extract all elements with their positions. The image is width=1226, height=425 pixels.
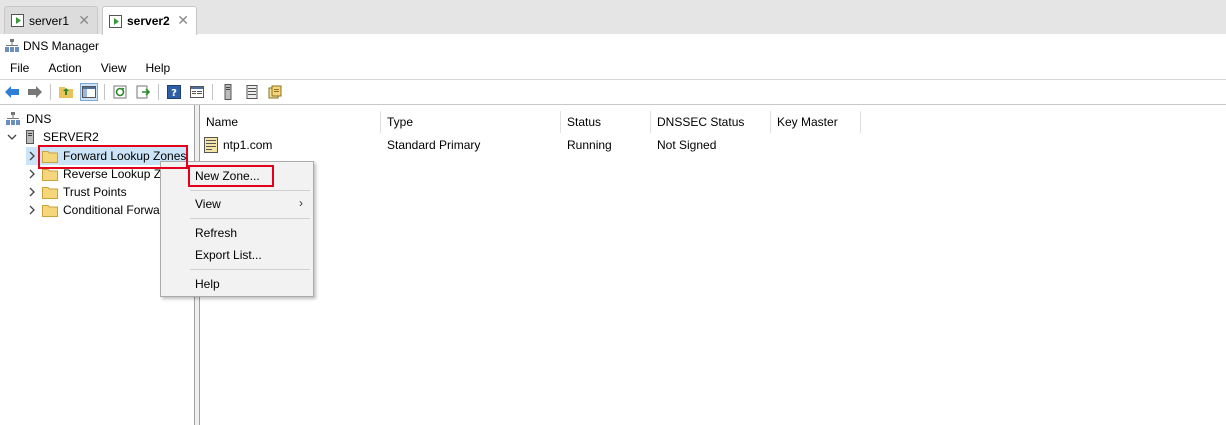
zone-dnssec-status: Not Signed [657, 138, 717, 152]
tab-label: server2 [127, 14, 170, 28]
server-icon[interactable] [219, 83, 237, 101]
tree-node-label: DNS [26, 112, 52, 126]
column-header-key-master[interactable]: Key Master [771, 111, 861, 133]
show-hide-console-tree-icon[interactable] [80, 83, 98, 101]
column-header-name[interactable]: Name [200, 111, 381, 133]
vm-icon [11, 14, 24, 27]
tab-label: server1 [29, 13, 70, 28]
folder-icon [42, 203, 58, 217]
tab-server2[interactable]: server2 ✕ [102, 6, 197, 35]
close-icon[interactable]: ✕ [78, 12, 90, 29]
column-header-dnssec-status[interactable]: DNSSEC Status [651, 111, 771, 133]
menu-item-view[interactable]: View [195, 195, 221, 213]
menu-separator [190, 190, 310, 191]
vm-icon [109, 14, 122, 28]
toolbar-separator [212, 84, 213, 100]
tree-node-dns[interactable]: DNS [6, 110, 51, 128]
menu-item-refresh[interactable]: Refresh [195, 224, 237, 242]
properties-icon[interactable] [188, 83, 206, 101]
menu-separator [190, 218, 310, 219]
menu-item-export-list[interactable]: Export List... [195, 246, 262, 264]
menu-view[interactable]: View [91, 61, 134, 75]
results-list: Name Type Status DNSSEC Status Key Maste… [200, 105, 1226, 425]
zone-type: Standard Primary [387, 138, 481, 152]
highlight-new-zone [188, 165, 274, 187]
menu-separator [190, 269, 310, 270]
tree-node-trust-points[interactable]: Trust Points [26, 183, 127, 201]
folder-icon [42, 185, 58, 199]
chevron-right-icon: › [299, 196, 303, 210]
menu-bar: File Action View Help [0, 58, 1226, 78]
server-icon [26, 130, 36, 144]
up-folder-icon[interactable] [57, 83, 75, 101]
column-header-status[interactable]: Status [561, 111, 651, 133]
chevron-right-icon[interactable] [26, 186, 38, 198]
chevron-right-icon[interactable] [26, 168, 38, 180]
back-arrow-icon[interactable] [3, 83, 21, 101]
toolbar-separator [104, 84, 105, 100]
tree-node-server2[interactable]: SERVER2 [6, 128, 99, 146]
zone-name-cell: ntp1.com [204, 135, 272, 155]
forward-arrow-icon[interactable] [26, 83, 44, 101]
app-title: DNS Manager [23, 39, 100, 53]
records-list-icon[interactable] [243, 83, 261, 101]
help-icon[interactable]: ? [165, 83, 183, 101]
highlight-forward-lookup-zones [38, 145, 188, 169]
zone-records-icon[interactable] [266, 83, 284, 101]
divider [0, 79, 1226, 80]
close-icon[interactable]: ✕ [177, 12, 189, 29]
chevron-down-icon[interactable] [6, 131, 18, 143]
dns-icon [6, 112, 20, 126]
zone-name: ntp1.com [223, 138, 273, 152]
tree-node-label: SERVER2 [43, 130, 99, 144]
tab-server1[interactable]: server1 ✕ [4, 6, 98, 34]
tab-bar: server1 ✕ server2 ✕ [0, 0, 1226, 35]
menu-item-help[interactable]: Help [195, 275, 220, 293]
app-title-bar: DNS Manager [0, 36, 99, 56]
folder-icon [42, 167, 58, 181]
column-header-type[interactable]: Type [381, 111, 561, 133]
menu-help[interactable]: Help [136, 61, 178, 75]
svg-text:?: ? [171, 88, 177, 99]
menu-action[interactable]: Action [38, 61, 88, 75]
toolbar: ? [0, 81, 1226, 104]
menu-file[interactable]: File [0, 61, 36, 75]
chevron-right-icon[interactable] [26, 204, 38, 216]
toolbar-separator [158, 84, 159, 100]
chevron-right-icon[interactable] [26, 150, 38, 162]
refresh-icon[interactable] [111, 83, 129, 101]
zone-status: Running [567, 138, 612, 152]
export-list-icon[interactable] [134, 83, 152, 101]
zone-icon [204, 137, 220, 153]
toolbar-separator [50, 84, 51, 100]
dns-manager-icon [5, 39, 19, 53]
tree-node-label: Trust Points [63, 185, 127, 199]
